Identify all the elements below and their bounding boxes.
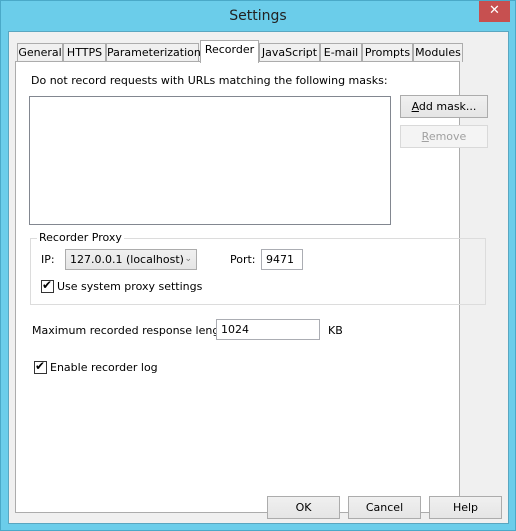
dialog-body: General HTTPS Parameterization Recorder …	[8, 31, 509, 524]
recorder-proxy-group: Recorder Proxy IP: 127.0.0.1 (localhost)…	[30, 231, 486, 305]
settings-window: Settings ✕ General HTTPS Parameterizatio…	[0, 0, 516, 531]
remove-label: emove	[428, 130, 467, 143]
ip-select[interactable]: 127.0.0.1 (localhost) ⌄	[65, 249, 197, 270]
tab-parameterization[interactable]: Parameterization	[106, 43, 201, 62]
add-mask-button[interactable]: Add mask...	[400, 95, 488, 118]
enable-recorder-log-label[interactable]: Enable recorder log	[50, 361, 158, 374]
close-button[interactable]: ✕	[479, 1, 510, 22]
ip-label: IP:	[41, 253, 55, 266]
recorder-tab-page: Do not record requests with URLs matchin…	[15, 61, 488, 513]
max-length-input[interactable]: 1024	[216, 319, 320, 340]
chevron-down-icon: ⌄	[184, 254, 192, 264]
tab-javascript[interactable]: JavaScript	[259, 43, 320, 62]
remove-accel: R	[421, 130, 429, 143]
port-label: Port:	[230, 253, 256, 266]
use-system-proxy-checkbox[interactable]: ✔	[41, 278, 54, 293]
close-icon: ✕	[489, 3, 500, 18]
cancel-button[interactable]: Cancel	[348, 496, 421, 519]
masks-label: Do not record requests with URLs matchin…	[31, 74, 388, 87]
use-system-proxy-label[interactable]: Use system proxy settings	[57, 280, 202, 293]
url-masks-list[interactable]	[29, 96, 391, 225]
tab-prompts[interactable]: Prompts	[362, 43, 413, 62]
remove-button[interactable]: Remove	[400, 125, 488, 148]
max-length-label: Maximum recorded response length:	[32, 324, 235, 337]
tab-general[interactable]: General	[17, 43, 63, 62]
ok-button[interactable]: OK	[267, 496, 340, 519]
help-button[interactable]: Help	[429, 496, 502, 519]
tab-modules[interactable]: Modules	[413, 43, 463, 62]
recorder-proxy-caption: Recorder Proxy	[37, 231, 124, 244]
port-input[interactable]: 9471	[261, 249, 303, 270]
add-mask-accel: A	[411, 100, 419, 113]
ip-value: 127.0.0.1 (localhost)	[70, 253, 184, 266]
tab-https[interactable]: HTTPS	[63, 43, 106, 62]
tab-recorder[interactable]: Recorder	[200, 40, 259, 63]
add-mask-label: dd mask...	[418, 100, 477, 113]
tab-email[interactable]: E-mail	[320, 43, 362, 62]
window-title: Settings	[229, 8, 287, 24]
max-length-unit: KB	[328, 324, 343, 337]
check-icon: ✔	[42, 278, 53, 292]
check-icon: ✔	[35, 359, 46, 373]
enable-recorder-log-checkbox[interactable]: ✔	[34, 359, 47, 374]
title-bar: Settings ✕	[1, 1, 515, 31]
